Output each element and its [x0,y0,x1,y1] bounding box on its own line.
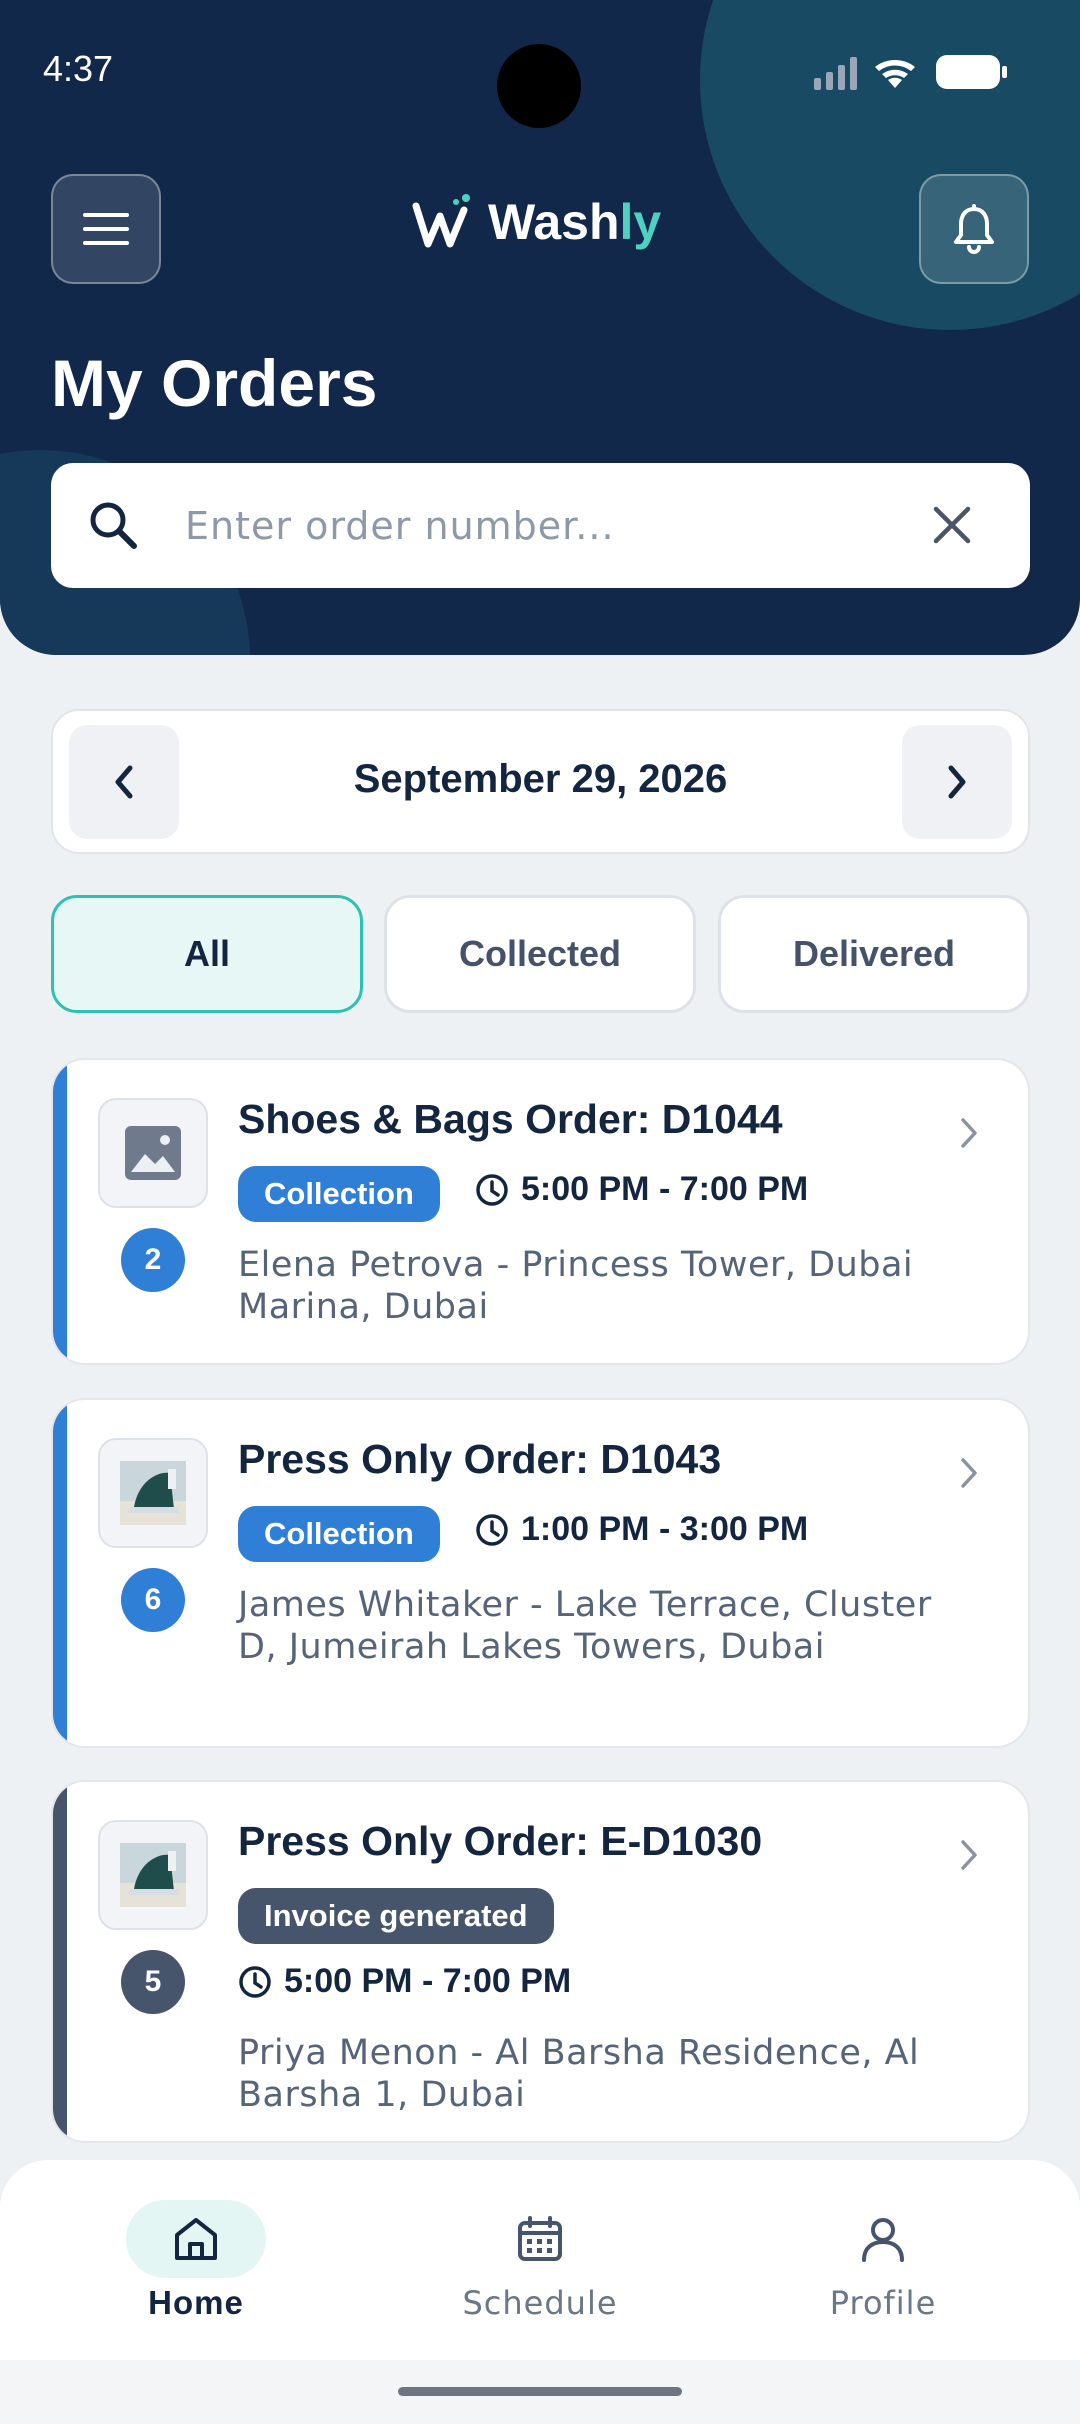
filter-tab-collected[interactable]: Collected [384,895,696,1013]
nav-item-profile[interactable]: Profile [763,2200,1003,2322]
order-address: James Whitaker - Lake Terrace, Cluster D… [238,1585,932,1667]
chevron-right-icon [961,1118,977,1148]
chevron-right-icon [961,1840,977,1870]
home-icon [175,2218,217,2260]
clock-icon [476,1513,508,1546]
menu-button[interactable] [51,174,161,284]
order-card[interactable]: 5 Press Only Order: E-D1030 Invoice gene… [51,1780,1030,2143]
status-icons [812,52,1008,92]
time-slot-text: 1:00 PM - 3:00 PM [521,1510,809,1548]
item-count-badge: 2 [121,1228,185,1292]
battery-icon [936,55,1007,89]
close-icon [933,506,971,544]
time-slot-text: 5:00 PM - 7:00 PM [521,1170,809,1208]
logo-text-main: Wash [488,194,620,250]
wifi-icon [875,59,915,88]
nav-label: Home [148,2284,244,2321]
order-card[interactable]: 6 Press Only Order: D1043 Collection 1:0… [51,1398,1030,1748]
iron-photo [120,1461,186,1525]
next-date-button[interactable] [902,725,1012,839]
order-thumbnail [98,1438,208,1548]
status-badge: Collection [238,1506,440,1562]
time-slot: 5:00 PM - 7:00 PM [238,1962,571,2001]
nav-icon-wrap [813,2200,953,2278]
app-logo: Washly [412,192,661,252]
page-title: My Orders [51,346,378,420]
chevron-right-icon [961,1458,977,1488]
calendar-icon [518,2216,562,2261]
bell-icon [954,204,994,254]
camera-cutout [497,44,581,128]
iron-photo [120,1843,186,1907]
nav-item-home[interactable]: Home [76,2200,316,2322]
status-stripe [53,1060,67,1363]
status-badge: Collection [238,1166,440,1222]
order-title: Press Only Order: E-D1030 [238,1818,763,1864]
nav-item-schedule[interactable]: Schedule [420,2200,660,2322]
status-stripe [53,1782,67,2141]
chevron-left-icon [115,765,133,799]
bottom-navigation: Home Schedule Profile [0,2160,1080,2360]
logo-text-accent: ly [619,194,662,250]
date-selector: September 29, 2026 [51,709,1030,854]
status-stripe [53,1400,67,1746]
clear-search-button[interactable] [930,503,974,551]
order-title: Shoes & Bags Order: D1044 [238,1096,783,1142]
order-thumbnail [98,1098,208,1208]
decorative-circle [700,0,1080,330]
user-icon [862,2218,904,2262]
filter-tab-delivered[interactable]: Delivered [718,895,1030,1013]
home-indicator[interactable] [398,2387,682,2396]
order-search-input[interactable] [185,493,945,559]
item-count-badge: 6 [121,1568,185,1632]
time-slot-text: 5:00 PM - 7:00 PM [284,1962,572,2000]
time-slot: 1:00 PM - 3:00 PM [475,1510,808,1549]
search-icon [90,502,137,549]
item-count-badge: 5 [121,1950,185,2014]
nav-active-pill [126,2200,266,2278]
order-thumbnail [98,1820,208,1930]
nav-label: Profile [829,2284,937,2322]
notifications-button[interactable] [919,174,1029,284]
image-placeholder-icon [125,1126,181,1180]
chevron-right-icon [948,765,966,799]
washly-logo-icon [412,194,470,248]
nav-label: Schedule [462,2284,618,2322]
status-time: 4:37 [43,48,114,89]
time-slot: 5:00 PM - 7:00 PM [475,1170,808,1209]
filter-tab-all[interactable]: All [51,895,363,1013]
previous-date-button[interactable] [69,725,179,839]
order-title: Press Only Order: D1043 [238,1436,722,1482]
order-address: Elena Petrova - Princess Tower, Dubai Ma… [238,1245,914,1327]
nav-icon-wrap [470,2200,610,2278]
clock-icon [239,1965,271,1998]
selected-date: September 29, 2026 [353,757,728,801]
hamburger-icon [83,213,129,245]
order-address: Priya Menon - Al Barsha Residence, Al Ba… [238,2033,920,2115]
status-badge: Invoice generated [238,1888,554,1944]
order-card[interactable]: 2 Shoes & Bags Order: D1044 Collection 5… [51,1058,1030,1365]
clock-icon [476,1173,508,1206]
signal-icon [814,57,857,90]
search-bar [51,463,1030,588]
